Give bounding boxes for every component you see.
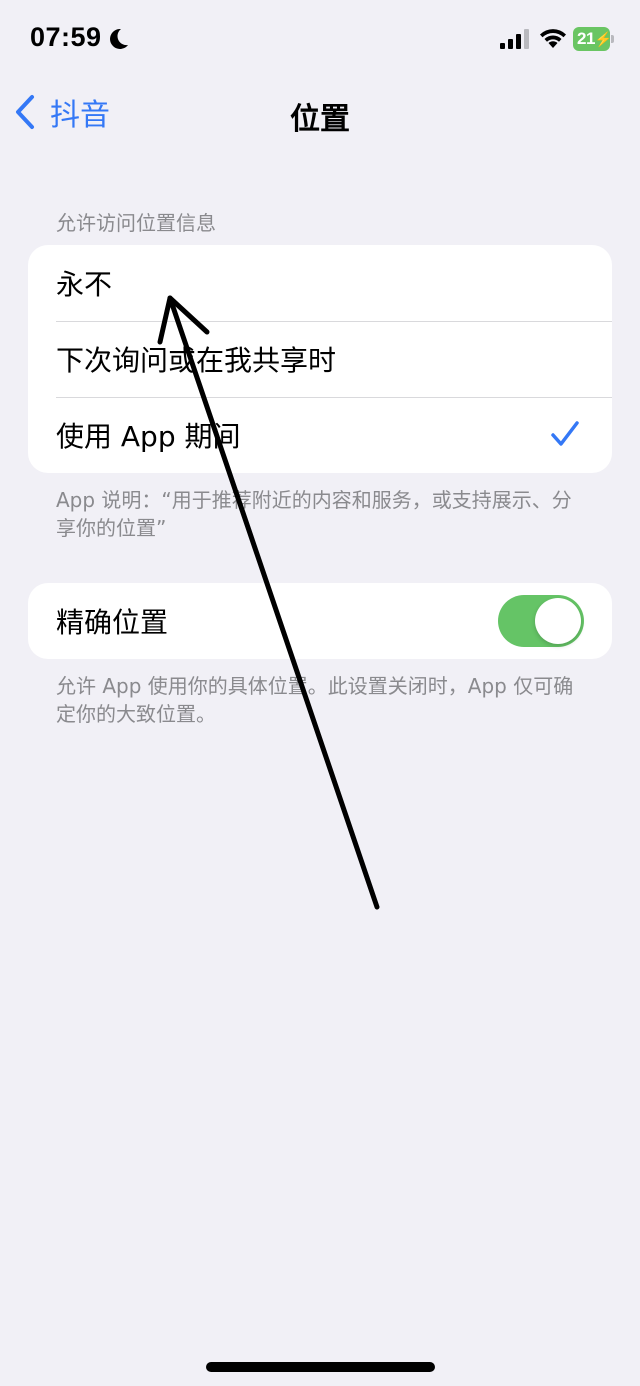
status-bar: 07:59 21⚡	[0, 0, 640, 80]
option-label: 使用 App 期间	[56, 420, 241, 453]
checkmark-icon	[551, 421, 579, 446]
section-header-location-access: 允许访问位置信息	[56, 211, 216, 235]
moon-icon	[110, 28, 128, 49]
battery-level: 21⚡	[573, 27, 612, 51]
option-while-using-app[interactable]: 使用 App 期间	[28, 397, 612, 473]
precise-location-description: 允许 App 使用你的具体位置。此设置关闭时，App 仅可确定你的大致位置。	[56, 674, 574, 726]
home-indicator[interactable]	[206, 1362, 435, 1372]
app-explanation-text: App 说明：“用于推荐附近的内容和服务，或支持展示、分享你的位置”	[56, 488, 572, 540]
option-label: 永不	[56, 268, 113, 301]
option-label: 下次询问或在我共享时	[56, 344, 337, 377]
status-time: 07:59	[30, 22, 102, 52]
page-title: 位置	[290, 102, 350, 137]
toggle-knob	[535, 598, 581, 644]
location-access-options: 永不 下次询问或在我共享时 使用 App 期间	[28, 245, 612, 473]
cellular-signal-icon	[500, 29, 529, 49]
precise-location-toggle[interactable]	[498, 595, 584, 647]
option-ask-next-time[interactable]: 下次询问或在我共享时	[28, 321, 612, 397]
option-never[interactable]: 永不	[28, 245, 612, 321]
battery-charging-icon: 21⚡	[573, 27, 615, 51]
precise-location-row: 精确位置	[28, 583, 612, 659]
wifi-icon	[540, 29, 566, 48]
precise-location-group: 精确位置	[28, 583, 612, 659]
precise-location-label: 精确位置	[56, 606, 169, 639]
